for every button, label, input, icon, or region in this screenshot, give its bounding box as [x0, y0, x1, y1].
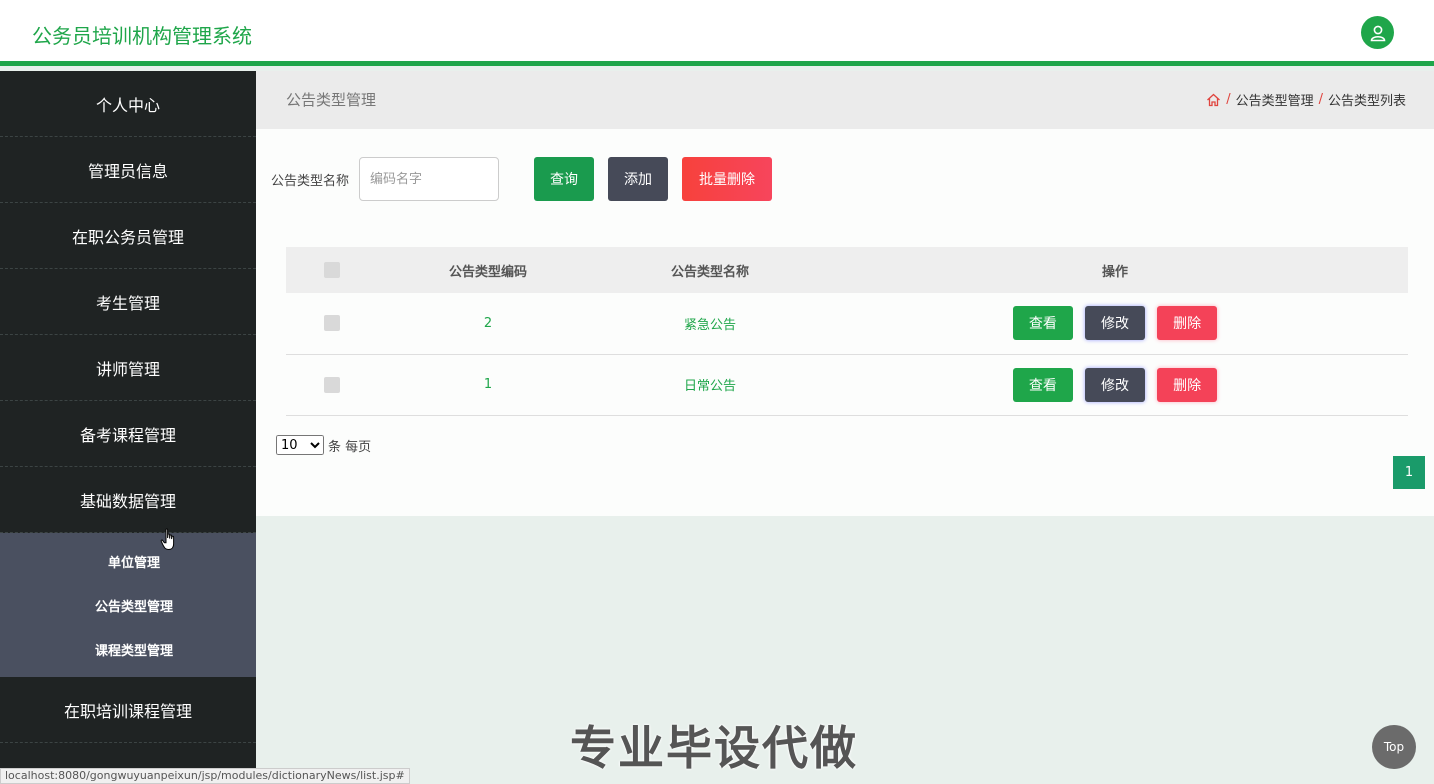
add-button[interactable]: 添加	[608, 157, 668, 201]
sidebar-item-admin-info[interactable]: 管理员信息	[0, 137, 256, 203]
table-header-row: 公告类型编码 公告类型名称 操作	[286, 247, 1408, 293]
sidebar-item-civil-servant-management[interactable]: 在职公务员管理	[0, 203, 256, 269]
page-size-control: 10 条 每页	[276, 435, 371, 455]
breadcrumb-level1[interactable]: 公告类型管理	[1236, 90, 1314, 109]
cell-code: 1	[483, 377, 493, 392]
sidebar-item-prep-course-management[interactable]: 备考课程管理	[0, 401, 256, 467]
sidebar-item-personal-center[interactable]: 个人中心	[0, 71, 256, 137]
view-button[interactable]: 查看	[1012, 367, 1073, 402]
row-checkbox[interactable]	[324, 376, 340, 393]
app-title: 公务员培训机构管理系统	[32, 24, 252, 48]
sidebar-item-basic-data-management[interactable]: 基础数据管理	[0, 467, 256, 533]
column-header-code: 公告类型编码	[448, 264, 527, 280]
notice-type-table: 公告类型编码 公告类型名称 操作 2 紧急公告 查看 修改 删除 1 日常公告	[286, 247, 1408, 416]
sidebar-item-lecturer-management[interactable]: 讲师管理	[0, 335, 256, 401]
breadcrumb-separator: /	[1318, 92, 1323, 107]
cell-operations: 查看 修改 删除	[822, 293, 1408, 354]
column-header-name: 公告类型名称	[670, 264, 749, 280]
delete-button[interactable]: 删除	[1157, 306, 1218, 341]
edit-button[interactable]: 修改	[1085, 306, 1145, 341]
user-avatar[interactable]	[1361, 16, 1394, 49]
watermark-text: 专业毕设代做	[570, 721, 858, 775]
submenu-item-course-type-management[interactable]: 课程类型管理	[0, 627, 256, 671]
table-row: 2 紧急公告 查看 修改 删除	[286, 293, 1408, 354]
user-icon	[1370, 25, 1385, 41]
home-icon[interactable]	[1206, 93, 1221, 107]
delete-button[interactable]: 删除	[1157, 367, 1218, 402]
search-label: 公告类型名称	[271, 174, 350, 189]
sidebar-submenu: 单位管理 公告类型管理 课程类型管理	[0, 533, 256, 677]
cell-name: 紧急公告	[683, 317, 736, 333]
hand-cursor-icon	[160, 528, 175, 551]
batch-delete-button[interactable]: 批量删除	[682, 157, 772, 201]
back-to-top-button[interactable]: Top	[1372, 725, 1416, 769]
select-all-cell	[286, 247, 378, 293]
table-row: 1 日常公告 查看 修改 删除	[286, 354, 1408, 415]
submenu-item-notice-type-management[interactable]: 公告类型管理	[0, 583, 256, 627]
sidebar-item-training-course-management[interactable]: 在职培训课程管理	[0, 677, 256, 743]
page-number-button[interactable]: 1	[1393, 456, 1425, 489]
edit-button[interactable]: 修改	[1085, 367, 1145, 402]
select-all-checkbox[interactable]	[324, 262, 340, 278]
breadcrumb-separator: /	[1226, 92, 1231, 107]
row-select-cell	[286, 354, 378, 415]
cell-operations: 查看 修改 删除	[822, 354, 1408, 415]
page-size-select[interactable]: 10	[276, 435, 324, 455]
main-panel: 公告类型名称 查询 添加 批量删除 公告类型编码 公告类型名称 操作 2 紧急公…	[256, 129, 1434, 516]
top-bar: 公务员培训机构管理系统	[0, 0, 1434, 66]
view-button[interactable]: 查看	[1012, 306, 1073, 341]
breadcrumb: / 公告类型管理 / 公告类型列表	[1206, 90, 1406, 109]
page-size-suffix: 条 每页	[328, 439, 372, 455]
sidebar-item-candidate-management[interactable]: 考生管理	[0, 269, 256, 335]
submenu-item-unit-management[interactable]: 单位管理	[0, 539, 256, 583]
cell-name: 日常公告	[683, 379, 736, 394]
row-checkbox[interactable]	[324, 315, 340, 332]
sidebar: 个人中心 管理员信息 在职公务员管理 考生管理 讲师管理 备考课程管理 基础数据…	[0, 71, 256, 784]
browser-status-bar: localhost:8080/gongwuyuanpeixun/jsp/modu…	[0, 768, 410, 784]
breadcrumb-level2: 公告类型列表	[1327, 94, 1406, 109]
column-header-operations: 操作	[1101, 264, 1128, 280]
row-select-cell	[286, 293, 378, 354]
cell-code: 2	[483, 315, 493, 331]
query-button[interactable]: 查询	[534, 157, 594, 201]
content-header: 公告类型管理 / 公告类型管理 / 公告类型列表	[256, 71, 1434, 129]
page-title: 公告类型管理	[286, 91, 377, 109]
search-input[interactable]	[359, 157, 499, 201]
